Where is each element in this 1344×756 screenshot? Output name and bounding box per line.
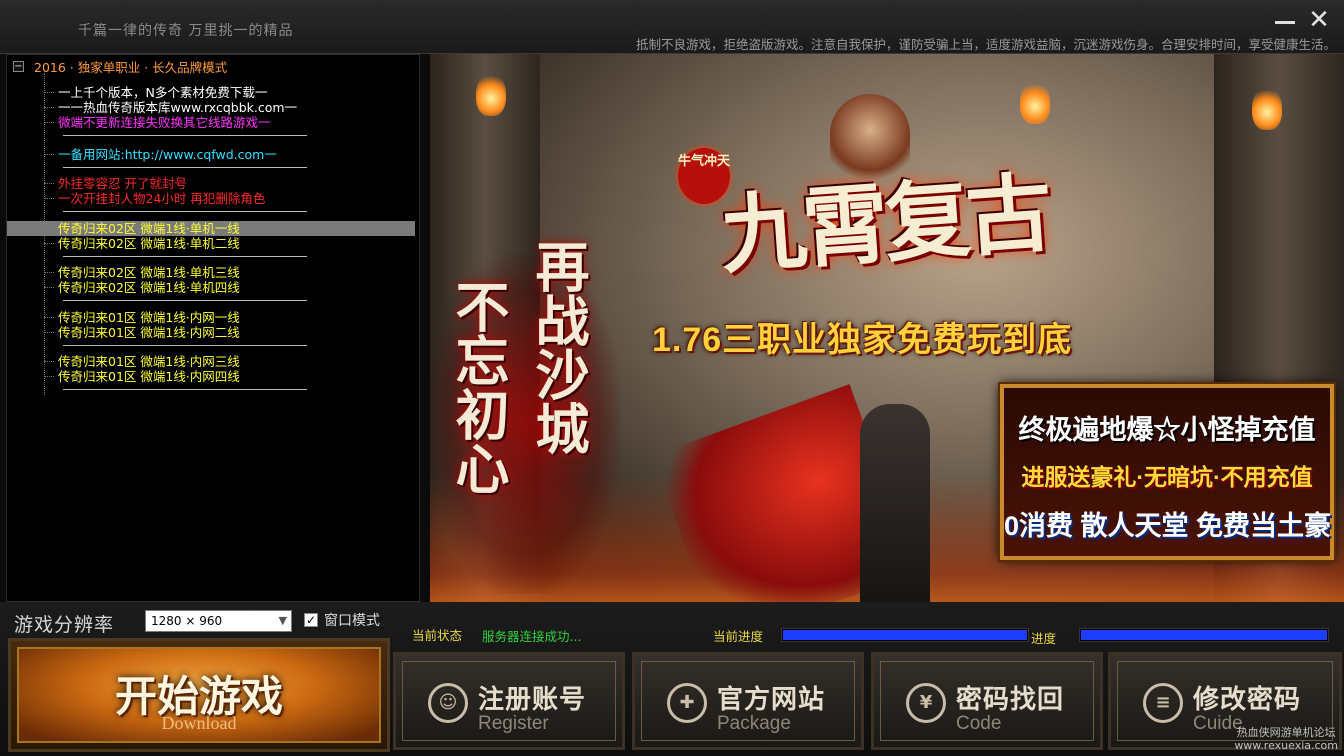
torch-flame-icon [476, 72, 506, 116]
tree-node-info[interactable]: 微端不更新连接失败换其它线路游戏一 [44, 115, 271, 130]
tree-root-label: 2016 · 独家单职业 · 长久品牌模式 [34, 59, 228, 75]
health-notice: 抵制不良游戏，拒绝盗版游戏。注意自我保护，谨防受骗上当，适度游戏益脑，沉迷游戏伤… [635, 37, 1336, 52]
tree-node-server[interactable]: 传奇归来02区 微端1线·单机一线 [7, 221, 415, 236]
tree-root[interactable]: − 2016 · 独家单职业 · 长久品牌模式 [13, 57, 227, 75]
bottom-panel: 游戏分辨率 1280 × 960 ▼ ✓ 窗口模式 当前状态 服务器连接成功..… [0, 602, 1344, 756]
game-banner: 再战沙城 不忘初心 牛气冲天 九霄复古 1.76三职业独家免费玩到底 终极遍地爆… [430, 54, 1344, 616]
slogan-col-1: 再战沙城 [526, 239, 590, 455]
tree-separator [63, 345, 307, 346]
list-icon: ≡ [1143, 683, 1183, 723]
window-mode-label[interactable]: 窗口模式 [324, 610, 380, 630]
tree-node-server[interactable]: 传奇归来02区 微端1线·单机四线 [44, 280, 240, 295]
window-mode-checkbox[interactable]: ✓ [304, 613, 318, 627]
tree-node-info[interactable]: 一上千个版本，N多个素材免费下载一 [44, 85, 267, 100]
tree-separator [63, 256, 307, 257]
status-label: 当前状态 [412, 628, 463, 643]
game-logo: 九霄复古 [717, 162, 1052, 287]
torch-flame-icon [1020, 80, 1050, 124]
progress-label: 当前进度 [713, 629, 764, 644]
status-text: 服务器连接成功... [482, 629, 582, 644]
user-icon: ☺ [428, 683, 468, 723]
resolution-label: 游戏分辨率 [14, 614, 115, 636]
promo-panel: 终极遍地爆☆小怪掉充值 进服送豪礼·无暗坑·不用充值 0消费 散人天堂 免费当土… [1000, 384, 1334, 560]
register-sublabel: Register [478, 713, 549, 734]
change-password-label: 修改密码 [1193, 685, 1302, 715]
progress-fill [783, 630, 1027, 640]
warrior-figure [860, 404, 930, 614]
tree-separator [63, 300, 307, 301]
recover-password-label: 密码找回 [956, 685, 1065, 715]
app-slogan: 千篇一律的传奇 万里挑一的精品 [78, 23, 294, 39]
promo-line-2: 进服送豪礼·无暗坑·不用充值 [1021, 464, 1313, 490]
tree-node-backup-site[interactable]: 一备用网站:http://www.cqfwd.com一 [44, 147, 277, 162]
tree-node-server[interactable]: 传奇归来01区 微端1线·内网三线 [44, 354, 240, 369]
tree-separator [63, 211, 307, 212]
resolution-value: 1280 × 960 [151, 614, 223, 628]
tree-separator [63, 167, 307, 168]
title-bar: 千篇一律的传奇 万里挑一的精品 抵制不良游戏，拒绝盗版游戏。注意自我保护，谨防受… [0, 0, 1344, 54]
register-button[interactable]: ☺ 注册账号 Register [393, 652, 625, 750]
recover-password-button[interactable]: ¥ 密码找回 Code [871, 652, 1103, 750]
start-game-button[interactable]: 开始游戏 Download [8, 638, 390, 752]
recover-password-sublabel: Code [956, 713, 1002, 734]
tree-node-server[interactable]: 传奇归来02区 微端1线·单机二线 [44, 236, 240, 251]
torch-flame-icon [1252, 86, 1282, 130]
progress2-label: 进度 [1031, 631, 1057, 646]
watermark: 热血侠网游单机论坛 www.rexuexia.com [1234, 726, 1338, 752]
tree-node-server[interactable]: 传奇归来01区 微端1线·内网四线 [44, 369, 240, 384]
resolution-select[interactable]: 1280 × 960 ▼ [145, 610, 292, 632]
tree-node-warning[interactable]: 一次开挂封人物24小时 再犯删除角色 [44, 191, 265, 206]
slogan-col-2: 不忘初心 [446, 279, 510, 495]
tree-node-info[interactable]: 一一热血传奇版本库www.rxcqbbk.com一 [44, 100, 297, 115]
promo-line-1: 终极遍地爆☆小怪掉充值 [1018, 415, 1316, 445]
gift-icon: ✚ [667, 683, 707, 723]
collapse-icon[interactable]: − [13, 60, 24, 72]
chevron-down-icon[interactable]: ▼ [279, 611, 287, 631]
yen-icon: ¥ [906, 683, 946, 723]
tree-node-server[interactable]: 传奇归来01区 微端1线·内网一线 [44, 310, 240, 325]
official-site-sublabel: Package [717, 713, 791, 734]
official-site-label: 官方网站 [717, 685, 826, 715]
vertical-slogan: 再战沙城 不忘初心 [438, 239, 608, 579]
tree-separator [63, 135, 307, 136]
start-game-sublabel: Download [161, 713, 237, 733]
tree-node-warning[interactable]: 外挂零容忍 开了就封号 [44, 176, 187, 191]
watermark-line-2: www.rexuexia.com [1234, 739, 1338, 752]
tree-node-server[interactable]: 传奇归来01区 微端1线·内网二线 [44, 325, 240, 340]
banner-subtitle: 1.76三职业独家免费玩到底 [652, 321, 1073, 359]
tree-node-server[interactable]: 传奇归来02区 微端1线·单机三线 [44, 265, 240, 280]
promo-line-3: 0消费 散人天堂 免费当土豪 [1004, 511, 1332, 541]
progress-bar [782, 629, 1028, 641]
register-label: 注册账号 [478, 685, 587, 715]
tree-separator [63, 389, 307, 390]
official-site-button[interactable]: ✚ 官方网站 Package [632, 652, 864, 750]
server-tree[interactable]: − 2016 · 独家单职业 · 长久品牌模式 一上千个版本，N多个素材免费下载… [6, 54, 420, 602]
minimize-icon[interactable] [1272, 8, 1298, 32]
start-game-face[interactable]: 开始游戏 Download [17, 647, 381, 743]
progress-bar-total [1080, 629, 1328, 641]
close-icon[interactable]: ✕ [1306, 7, 1332, 33]
progress-fill [1081, 630, 1327, 640]
watermark-line-1: 热血侠网游单机论坛 [1236, 726, 1336, 739]
